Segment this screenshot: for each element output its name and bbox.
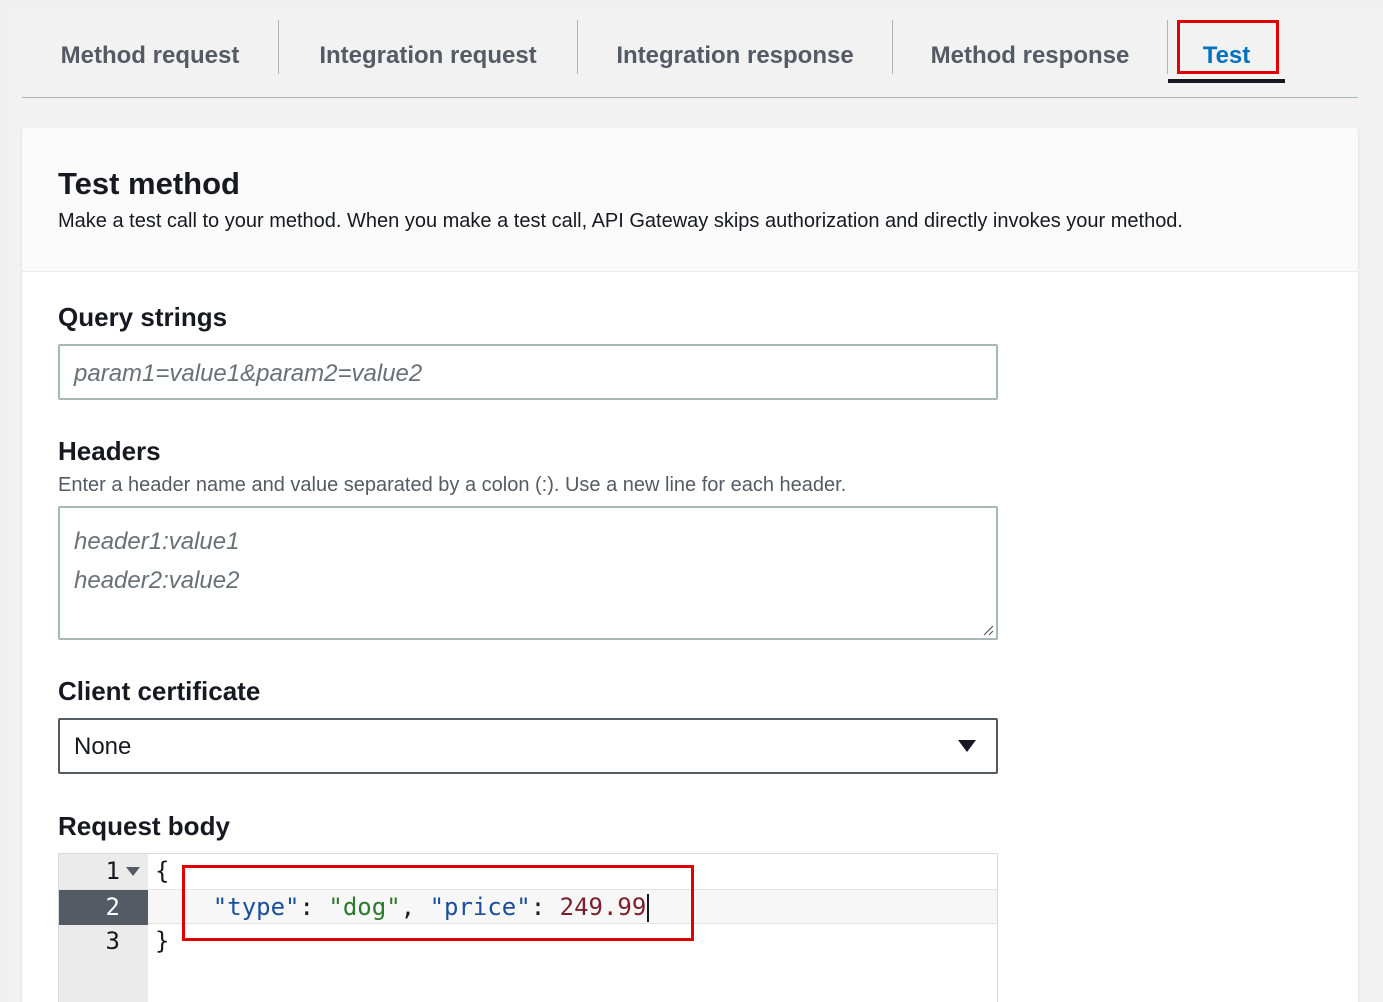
headers-placeholder-line: header2:value2: [74, 567, 240, 594]
tab-method-response[interactable]: Method response: [893, 14, 1167, 98]
tab-integration-response[interactable]: Integration response: [578, 14, 892, 98]
fold-arrow-icon[interactable]: [126, 867, 140, 876]
line-number: 2: [59, 890, 148, 925]
request-body-label: Request body: [58, 811, 230, 841]
tab-method-request[interactable]: Method request: [22, 14, 278, 98]
test-method-panel: Test method Make a test call to your met…: [22, 128, 1358, 1002]
panel-description: Make a test call to your method. When yo…: [58, 210, 1183, 232]
headers-label: Headers: [58, 436, 161, 466]
code-line-active: 2 "type": "dog", "price": 249.99: [59, 889, 997, 925]
code-text: "type": "dog", "price": 249.99: [155, 890, 650, 925]
headers-placeholder-line: header1:value1: [74, 528, 240, 555]
tab-bar: Method request Integration request Integ…: [22, 14, 1358, 98]
code-text: {: [155, 857, 170, 885]
json-number-value: 249.99: [559, 893, 647, 921]
resize-grip-icon[interactable]: [982, 624, 994, 636]
text-cursor: [647, 894, 650, 922]
json-string-value: "dog": [328, 893, 401, 921]
panel-title: Test method: [58, 166, 240, 201]
query-strings-input[interactable]: param1=value1&param2=value2: [58, 344, 998, 400]
query-strings-label: Query strings: [58, 302, 228, 332]
code-line: 1 {: [59, 854, 997, 889]
active-tab-indicator: [1168, 79, 1285, 83]
json-key: "type": [212, 893, 300, 921]
tab-test[interactable]: Test: [1168, 14, 1285, 98]
request-body-editor[interactable]: 1 { 2 "type": "dog", "price": 249.99 3 }: [58, 853, 998, 1002]
client-certificate-label: Client certificate: [58, 676, 261, 706]
code-line: 3 }: [59, 924, 997, 959]
headers-textarea[interactable]: header1:value1 header2:value2: [58, 506, 998, 640]
client-certificate-value: None: [74, 733, 132, 760]
line-number: 3: [105, 927, 120, 955]
tab-integration-request[interactable]: Integration request: [279, 14, 577, 98]
client-certificate-select[interactable]: None: [58, 718, 998, 774]
caret-down-icon: [958, 740, 976, 752]
panel-header: Test method Make a test call to your met…: [22, 128, 1358, 272]
json-key: "price": [429, 893, 531, 921]
code-text: }: [155, 927, 170, 955]
headers-hint: Enter a header name and value separated …: [58, 474, 847, 496]
